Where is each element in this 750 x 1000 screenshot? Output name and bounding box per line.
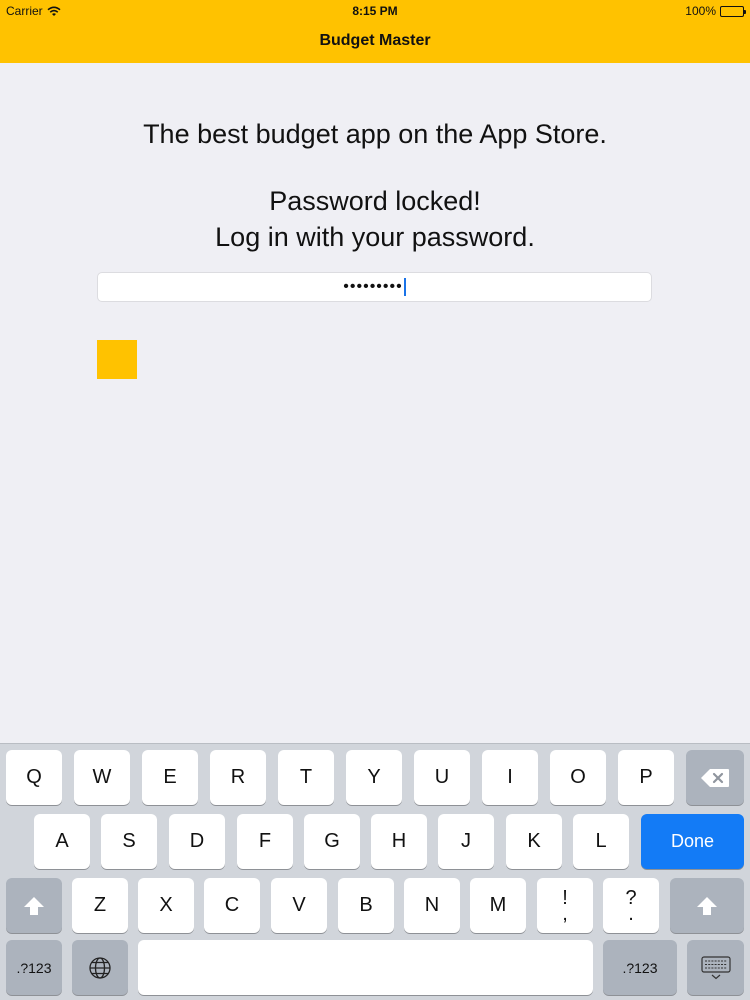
space-bar[interactable] — [138, 940, 593, 995]
yellow-square[interactable] — [97, 340, 137, 379]
key-exclaim-comma[interactable]: ! , — [537, 878, 593, 933]
battery-icon — [720, 5, 746, 17]
key-f[interactable]: F — [237, 814, 293, 869]
tagline: The best budget app on the App Store. — [143, 119, 607, 149]
globe-key[interactable] — [72, 940, 128, 995]
numbers-key-right[interactable]: .?123 — [603, 940, 677, 995]
key-b[interactable]: B — [338, 878, 394, 933]
shift-icon — [23, 896, 45, 916]
key-l[interactable]: L — [573, 814, 629, 869]
key-comma-label: , — [562, 902, 568, 925]
key-p[interactable]: P — [618, 750, 674, 805]
password-value: ••••••••• — [343, 278, 403, 295]
key-d[interactable]: D — [169, 814, 225, 869]
locked-message: Password locked! Log in with your passwo… — [0, 183, 750, 255]
keyboard: Q W E R T Y U I O P A S D F G H J K L Do… — [0, 743, 750, 1000]
battery-group: 100% — [685, 4, 746, 18]
top-bar: Carrier 8:15 PM 100% Budget Master — [0, 0, 750, 63]
key-c[interactable]: C — [204, 878, 260, 933]
key-y[interactable]: Y — [346, 750, 402, 805]
key-s[interactable]: S — [101, 814, 157, 869]
main-content: The best budget app on the App Store. Pa… — [0, 63, 750, 743]
locked-line-2: Log in with your password. — [215, 222, 535, 252]
key-v[interactable]: V — [271, 878, 327, 933]
key-i[interactable]: I — [482, 750, 538, 805]
nav-title: Budget Master — [319, 32, 431, 49]
numbers-key-left[interactable]: .?123 — [6, 940, 62, 995]
key-question-period[interactable]: ? . — [603, 878, 659, 933]
status-bar: Carrier 8:15 PM 100% — [0, 0, 750, 22]
key-k[interactable]: K — [506, 814, 562, 869]
globe-icon — [88, 956, 112, 980]
key-z[interactable]: Z — [72, 878, 128, 933]
key-period-label: . — [628, 902, 634, 925]
shift-key-right[interactable] — [670, 878, 744, 933]
status-time: 8:15 PM — [352, 4, 398, 18]
key-g[interactable]: G — [304, 814, 360, 869]
dismiss-keyboard-key[interactable] — [687, 940, 744, 995]
shift-key-left[interactable] — [6, 878, 62, 933]
key-a[interactable]: A — [34, 814, 90, 869]
locked-line-1: Password locked! — [269, 186, 481, 216]
backspace-key[interactable] — [686, 750, 744, 805]
shift-icon — [696, 896, 718, 916]
battery-percent: 100% — [685, 4, 716, 18]
key-j[interactable]: J — [438, 814, 494, 869]
key-r[interactable]: R — [210, 750, 266, 805]
key-q[interactable]: Q — [6, 750, 62, 805]
key-e[interactable]: E — [142, 750, 198, 805]
key-x[interactable]: X — [138, 878, 194, 933]
key-o[interactable]: O — [550, 750, 606, 805]
done-key[interactable]: Done — [641, 814, 744, 869]
backspace-icon — [700, 768, 730, 788]
key-t[interactable]: T — [278, 750, 334, 805]
key-h[interactable]: H — [371, 814, 427, 869]
text-caret — [403, 278, 406, 296]
key-w[interactable]: W — [74, 750, 130, 805]
keyboard-dismiss-icon — [700, 955, 731, 980]
key-m[interactable]: M — [470, 878, 526, 933]
key-n[interactable]: N — [404, 878, 460, 933]
key-u[interactable]: U — [414, 750, 470, 805]
password-field[interactable]: ••••••••• — [97, 272, 652, 302]
